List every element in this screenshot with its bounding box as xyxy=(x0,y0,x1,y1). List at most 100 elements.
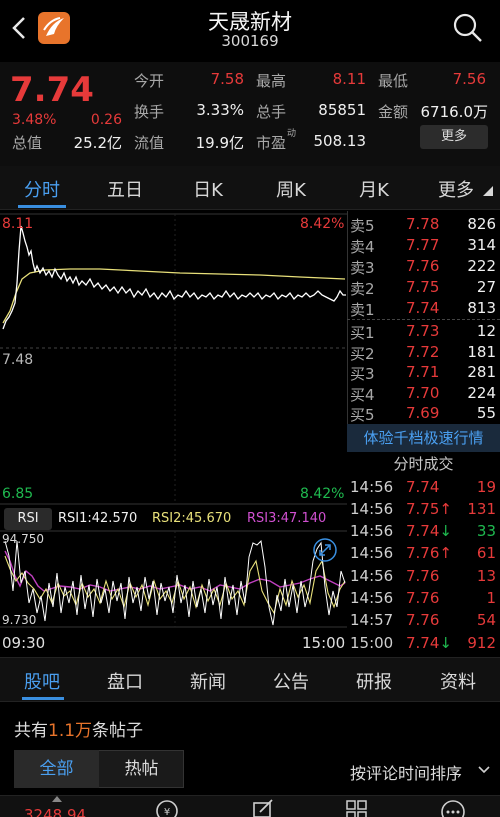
tick-time: 14:57 xyxy=(350,611,394,629)
turnover-value: 3.33% xyxy=(196,101,244,119)
bid-label: 买3 xyxy=(350,365,375,383)
level2-promo-button[interactable]: 体验千档极速行情 xyxy=(347,424,500,452)
tab-weekly-k[interactable]: 周K xyxy=(251,176,331,202)
ask-label: 卖4 xyxy=(350,238,375,256)
tick-row: 14:56 7.76 1 xyxy=(350,589,496,611)
edit-icon[interactable] xyxy=(250,798,276,817)
sort-dropdown[interactable]: 按评论时间排序 xyxy=(350,760,462,784)
bid-price: 7.72 xyxy=(406,343,440,361)
tick-row: 15:00 7.74↓ 912 xyxy=(350,634,496,656)
chart-mid-price: 7.48 xyxy=(2,352,34,368)
stock-code: 300169 xyxy=(221,32,279,50)
tick-row: 14:57 7.76 54 xyxy=(350,611,496,633)
tick-price: 7.75↑ xyxy=(406,500,452,518)
tab-announcements[interactable]: 公告 xyxy=(251,668,331,694)
open-label: 今开 xyxy=(134,72,165,90)
tab-five-day[interactable]: 五日 xyxy=(85,176,165,202)
pe-dynamic-sup: 动 xyxy=(287,129,297,139)
tick-row: 14:56 7.75↑ 131 xyxy=(350,500,496,522)
ask-label: 卖3 xyxy=(350,259,375,277)
tab-monthly-k[interactable]: 月K xyxy=(334,176,414,202)
bid-price: 7.69 xyxy=(406,404,440,422)
tab-profile[interactable]: 资料 xyxy=(418,668,498,694)
bid-price: 7.73 xyxy=(406,322,440,340)
tab-news[interactable]: 新闻 xyxy=(168,668,248,694)
volume-label: 总手 xyxy=(256,103,287,121)
tick-volume: 61 xyxy=(476,544,496,562)
filter-all-button[interactable]: 全部 xyxy=(14,750,99,788)
intraday-chart[interactable] xyxy=(0,211,347,657)
tick-price: 7.74↓ xyxy=(406,634,452,652)
tick-price: 7.76 xyxy=(406,589,440,607)
market-cap-label: 总值 xyxy=(12,134,43,152)
bid-label: 买1 xyxy=(350,324,375,342)
ask-row: 卖2 7.75 27 xyxy=(350,278,496,299)
chevron-down-icon xyxy=(478,766,490,774)
turnover-label: 换手 xyxy=(134,103,165,121)
tick-row: 14:56 7.74↓ 33 xyxy=(350,522,496,544)
tick-volume: 13 xyxy=(476,567,496,585)
ask-volume: 813 xyxy=(467,299,496,317)
tab-handicap[interactable]: 盘口 xyxy=(85,668,165,694)
change-percent: 3.48% xyxy=(12,112,57,128)
high-value: 8.11 xyxy=(332,70,366,88)
tick-price: 7.76 xyxy=(406,567,440,585)
low-value: 7.56 xyxy=(452,70,486,88)
tab-research[interactable]: 研报 xyxy=(334,668,414,694)
ask-volume: 314 xyxy=(467,236,496,254)
bid-label: 买5 xyxy=(350,406,375,424)
fullscreen-icon[interactable] xyxy=(312,537,338,563)
pe-value: 508.13 xyxy=(313,132,367,150)
grid-icon[interactable] xyxy=(344,798,370,817)
tick-volume: 1 xyxy=(486,589,496,607)
ask-row: 卖4 7.77 314 xyxy=(350,236,496,257)
tick-volume: 131 xyxy=(467,500,496,518)
tab-forum[interactable]: 股吧 xyxy=(2,668,82,694)
chart-top-price: 8.11 xyxy=(2,216,34,232)
more-quote-button[interactable]: 更多 xyxy=(420,125,488,149)
float-cap-label: 流值 xyxy=(134,134,165,152)
time-end: 15:00 xyxy=(302,634,346,652)
tick-row: 14:56 7.76 13 xyxy=(350,567,496,589)
high-label: 最高 xyxy=(256,72,287,90)
ask-row: 卖3 7.76 222 xyxy=(350,257,496,278)
chart-bottom-pct: 8.42% xyxy=(300,486,345,502)
post-count: 共有1.1万条帖子 xyxy=(14,721,144,741)
svg-text:¥: ¥ xyxy=(164,807,170,817)
bid-volume: 224 xyxy=(467,384,496,402)
tick-price: 7.74↓ xyxy=(406,522,452,540)
tab-daily-k[interactable]: 日K xyxy=(168,176,248,202)
bid-volume: 181 xyxy=(467,343,496,361)
tick-time: 14:56 xyxy=(350,522,394,540)
bid-row: 买2 7.72 181 xyxy=(350,343,496,364)
filter-hot-button[interactable]: 热帖 xyxy=(99,750,184,788)
ask-price: 7.75 xyxy=(406,278,440,296)
market-index-value[interactable]: 3248.94 xyxy=(24,806,86,817)
ask-price: 7.76 xyxy=(406,257,440,275)
bid-volume: 281 xyxy=(467,363,496,381)
ask-price: 7.74 xyxy=(406,299,440,317)
dropdown-triangle-icon xyxy=(483,186,493,196)
chart-top-pct: 8.42% xyxy=(300,216,345,232)
rsi-indicator-tab[interactable]: RSI xyxy=(4,508,52,530)
more-menu-icon[interactable] xyxy=(440,798,466,817)
ask-label: 卖2 xyxy=(350,280,375,298)
open-value: 7.58 xyxy=(210,70,244,88)
tick-volume: 912 xyxy=(467,634,496,652)
rsi2-value: RSI2:45.670 xyxy=(152,511,232,526)
bid-row: 买5 7.69 55 xyxy=(350,404,496,425)
tick-row: 14:56 7.76↑ 61 xyxy=(350,544,496,566)
amount-label: 金额 xyxy=(378,103,409,121)
tick-price: 7.74 xyxy=(406,478,440,496)
tick-time: 14:56 xyxy=(350,589,394,607)
bid-row: 买3 7.71 281 xyxy=(350,363,496,384)
tick-row: 14:56 7.74 19 xyxy=(350,478,496,500)
ask-price: 7.77 xyxy=(406,236,440,254)
ticks-title: 分时成交 xyxy=(393,455,454,473)
bid-row: 买4 7.70 224 xyxy=(350,384,496,405)
ask-label: 卖5 xyxy=(350,217,375,235)
search-icon[interactable] xyxy=(452,12,484,44)
low-label: 最低 xyxy=(378,72,409,90)
tab-intraday[interactable]: 分时 xyxy=(2,176,82,202)
trade-icon[interactable]: ¥ xyxy=(154,798,180,817)
